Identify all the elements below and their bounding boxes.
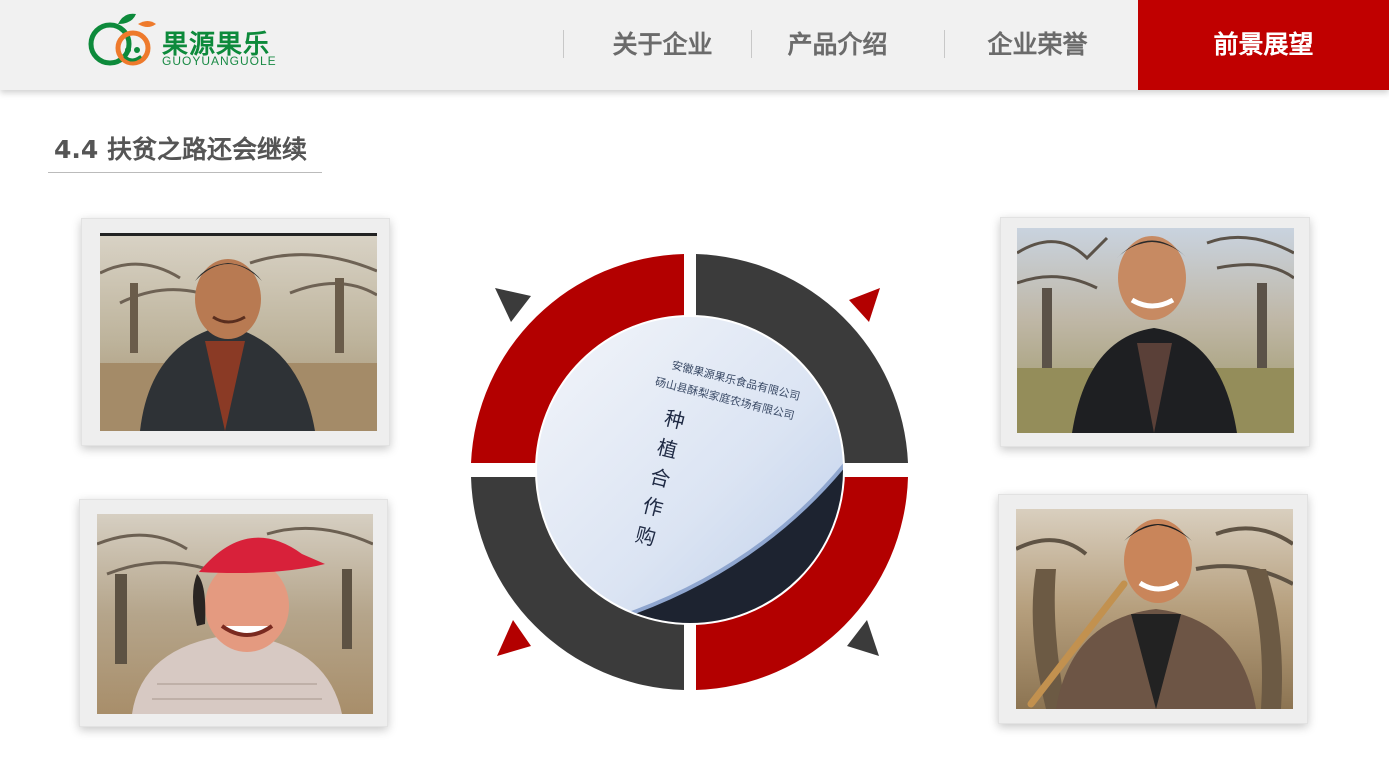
section-title: 4.4 扶贫之路还会继续 <box>54 135 307 164</box>
nav-tab-about[interactable]: 关于企业 <box>585 0 740 90</box>
farmer-photo-4[interactable] <box>1016 509 1293 709</box>
photo-frame-top-left <box>81 218 390 446</box>
corner-triangle-top-left <box>495 288 531 322</box>
nav-tab-honors[interactable]: 企业荣誉 <box>960 0 1115 90</box>
nav-divider <box>944 30 945 58</box>
section-title-underline <box>48 172 322 173</box>
nav-tab-outlook[interactable]: 前景展望 <box>1138 0 1389 90</box>
corner-triangle-top-right <box>849 288 880 322</box>
photo-frame-bottom-left <box>79 499 388 727</box>
farmer-photo-2[interactable] <box>97 514 373 714</box>
photo-frame-bottom-right <box>998 494 1308 724</box>
center-ring-graphic: 安徽果源果乐食品有限公司 砀山县酥梨家庭农场有限公司 种 植 合 作 购 <box>471 254 908 690</box>
top-header: 果源果乐 GUOYUANGUOLE 关于企业 产品介绍 企业荣誉 前景展望 <box>0 0 1389 90</box>
farmer-photo-3[interactable] <box>1017 228 1294 433</box>
brand-logo[interactable]: 果源果乐 GUOYUANGUOLE <box>88 10 288 72</box>
nav-tab-products[interactable]: 产品介绍 <box>760 0 915 90</box>
corner-triangle-bottom-right <box>847 620 879 656</box>
farmer-photo-1[interactable] <box>100 233 377 431</box>
photo-frame-top-right <box>1000 217 1310 447</box>
nav-divider <box>751 30 752 58</box>
corner-triangle-bottom-left <box>497 620 531 656</box>
fruit-logo-icon <box>88 13 156 66</box>
brand-subtitle: GUOYUANGUOLE <box>162 54 277 68</box>
nav-divider <box>563 30 564 58</box>
